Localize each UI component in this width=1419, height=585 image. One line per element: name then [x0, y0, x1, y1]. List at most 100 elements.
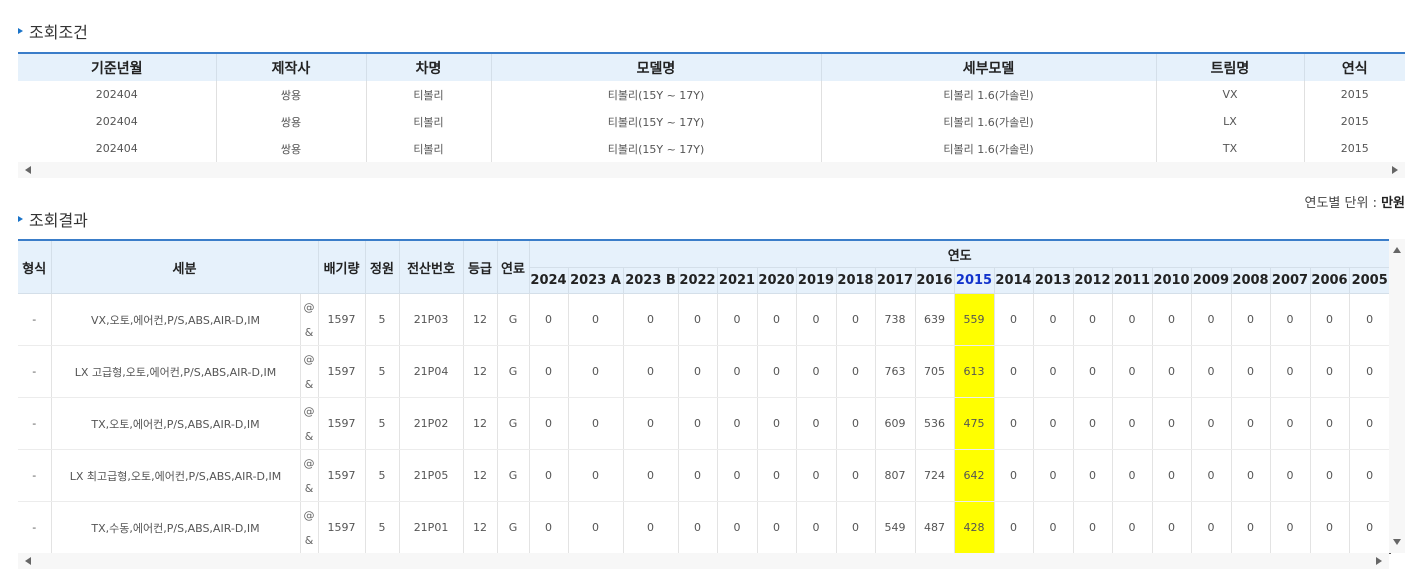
option-marker-top: @ — [303, 456, 315, 470]
year-header: 2006 — [1310, 267, 1350, 294]
price-cell: 0 — [1349, 345, 1391, 398]
price-cell: 0 — [717, 501, 758, 554]
grade-cell: 12 — [463, 345, 498, 398]
displacement-cell: 1597 — [318, 397, 366, 450]
displacement-cell: 1597 — [318, 345, 366, 398]
price-cell: 0 — [568, 397, 624, 450]
price-cell: 0 — [678, 293, 718, 346]
scroll-left-icon[interactable] — [25, 557, 31, 565]
price-cell: 0 — [529, 345, 569, 398]
conditions-cell: LX — [1156, 108, 1305, 135]
conditions-cell: 티볼리 1.6(가솔린) — [821, 135, 1157, 163]
price-cell: 0 — [568, 501, 624, 554]
unit-note: 연도별 단위 : 만원 — [1305, 192, 1406, 211]
scroll-up-icon[interactable] — [1393, 247, 1401, 253]
fuel-cell: G — [497, 345, 530, 398]
price-cell: 0 — [529, 397, 569, 450]
capacity-cell: 5 — [365, 501, 400, 554]
fuel-cell: G — [497, 449, 530, 502]
option-marker-bottom: & — [304, 429, 314, 443]
grade-cell: 12 — [463, 449, 498, 502]
price-cell: 0 — [1073, 449, 1113, 502]
results-vertical-scrollbar[interactable] — [1389, 239, 1405, 553]
scroll-right-icon[interactable] — [1392, 166, 1398, 174]
year-header: 2012 — [1073, 267, 1113, 294]
conditions-col-header: 차명 — [366, 53, 492, 81]
conditions-col-header: 트림명 — [1156, 53, 1305, 81]
year-header: 2023 A — [568, 267, 624, 294]
price-cell: 0 — [1152, 449, 1192, 502]
conditions-cell: 티볼리(15Y ~ 17Y) — [491, 108, 822, 135]
result-row: - TX,오토,에어컨,P/S,ABS,AIR-D,IM @ & 1597 5 21P02 1… — [18, 397, 1391, 450]
conditions-col-header: 모델명 — [491, 53, 822, 81]
code-cell: 21P05 — [399, 449, 464, 502]
fuel-cell: G — [497, 293, 530, 346]
fuel-cell: G — [497, 397, 530, 450]
year-header: 2005 — [1349, 267, 1391, 294]
scroll-right-icon[interactable] — [1376, 557, 1382, 565]
price-cell: 0 — [623, 345, 679, 398]
price-cell: 0 — [1310, 345, 1350, 398]
price-cell: 0 — [1033, 397, 1074, 450]
price-cell: 0 — [1270, 449, 1311, 502]
conditions-cell: 쌍용 — [216, 108, 367, 135]
price-cell: 0 — [1349, 501, 1391, 554]
capacity-cell: 5 — [365, 345, 400, 398]
price-cell: 0 — [796, 293, 837, 346]
year-header: 2023 B — [623, 267, 679, 294]
year-header: 2011 — [1112, 267, 1153, 294]
option-marker-top: @ — [303, 352, 315, 366]
price-cell: 0 — [1191, 345, 1232, 398]
conditions-cell: 2015 — [1340, 115, 1369, 128]
price-cell: 0 — [529, 293, 569, 346]
price-cell: 0 — [994, 449, 1034, 502]
year-header: 2019 — [796, 267, 837, 294]
scroll-left-icon[interactable] — [25, 166, 31, 174]
price-cell: 0 — [1231, 449, 1271, 502]
price-cell: 738 — [875, 293, 916, 346]
year-header: 2021 — [717, 267, 758, 294]
conditions-row: 202404 쌍용 티볼리 티볼리(15Y ~ 17Y) 티볼리 1.6(가솔린) VX 2… — [18, 81, 1405, 108]
code-cell: 21P02 — [399, 397, 464, 450]
price-cell: 428 — [954, 501, 995, 554]
price-cell: 807 — [875, 449, 916, 502]
price-cell: 0 — [994, 293, 1034, 346]
price-cell: 0 — [623, 501, 679, 554]
code-cell: 21P01 — [399, 501, 464, 554]
year-header: 2014 — [994, 267, 1034, 294]
col-header-detail: 세분 — [51, 240, 319, 294]
price-cell: 0 — [678, 501, 718, 554]
results-title: 조회결과 — [18, 207, 88, 231]
price-cell: 0 — [717, 449, 758, 502]
conditions-cell: 티볼리 — [366, 108, 492, 135]
type-cell: - — [18, 345, 52, 398]
col-header-grade: 등급 — [463, 240, 498, 294]
price-cell: 0 — [836, 345, 876, 398]
price-cell: 0 — [1033, 345, 1074, 398]
option-marker-cell: @ & — [300, 449, 319, 502]
col-header-capacity: 정원 — [365, 240, 400, 294]
price-cell: 0 — [1310, 501, 1350, 554]
col-header-code: 전산번호 — [399, 240, 464, 294]
year-header: 2022 — [678, 267, 718, 294]
price-cell: 0 — [568, 293, 624, 346]
price-cell: 0 — [796, 397, 837, 450]
price-cell: 0 — [1152, 345, 1192, 398]
option-marker-bottom: & — [304, 325, 314, 339]
year-header: 2010 — [1152, 267, 1192, 294]
fuel-cell: G — [497, 501, 530, 554]
price-cell: 0 — [1231, 397, 1271, 450]
price-cell: 559 — [954, 293, 995, 346]
scroll-down-icon[interactable] — [1393, 539, 1401, 545]
conditions-table-wrapper: 기준년월 제작사 차명 모델명 세부모델 트림명 연식 202404 쌍용 티볼리 티볼리(15Y… — [18, 52, 1405, 163]
option-marker-bottom: & — [304, 533, 314, 547]
result-row: - TX,수동,에어컨,P/S,ABS,AIR-D,IM @ & 1597 5 21P01 1… — [18, 501, 1391, 554]
conditions-cell: VX — [1156, 81, 1305, 108]
results-title-text: 조회결과 — [29, 211, 88, 230]
price-cell: 0 — [994, 345, 1034, 398]
conditions-horizontal-scrollbar[interactable] — [18, 162, 1405, 178]
conditions-col-header: 세부모델 — [821, 53, 1157, 81]
year-header: 2009 — [1191, 267, 1232, 294]
results-horizontal-scrollbar[interactable] — [18, 553, 1389, 569]
price-cell: 0 — [678, 449, 718, 502]
